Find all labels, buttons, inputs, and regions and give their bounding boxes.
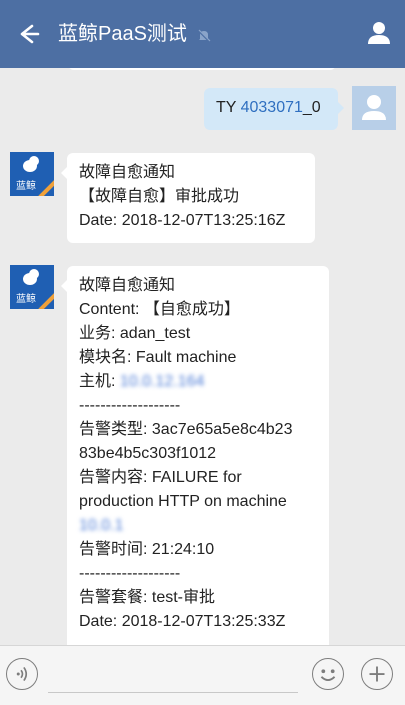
message-input[interactable] — [48, 692, 298, 693]
message-line: 83be4b5c303f1012 — [79, 445, 217, 462]
user-avatar[interactable] — [352, 86, 396, 130]
message-line: Date: 2018-12-07T13:25:33Z — [79, 613, 286, 630]
message-separator: ------------------- — [79, 565, 181, 582]
bot-avatar-label: 蓝鲸 — [16, 181, 36, 192]
message-line: 模块名: Fault machine — [79, 349, 237, 366]
message-text: TY 4033071_0 — [216, 99, 321, 116]
message-line: 告警类型: 3ac7e65a5e8c4b23 — [79, 421, 293, 438]
blurred-machine-ip: 10.0.1 — [79, 517, 124, 534]
previous-message-bubble — [68, 68, 336, 70]
bot-avatar[interactable]: 蓝鲸 — [10, 152, 54, 196]
message-line: 主机: 10.0.12.164 — [79, 373, 205, 390]
incoming-message-bubble[interactable]: 故障自愈通知 【故障自愈】审批成功 Date: 2018-12-07T13:25… — [61, 153, 315, 243]
whale-logo-icon — [23, 269, 39, 285]
message-line: Date: 2018-12-07T13:25:16Z — [79, 212, 286, 229]
blurred-host-ip: 10.0.12.164 — [119, 373, 205, 390]
bot-avatar-label: 蓝鲸 — [16, 294, 36, 305]
chat-history[interactable]: TY 4033071_0 蓝鲸 故障自愈通知 【故障自愈】审批成功 Date: … — [0, 68, 405, 645]
message-link[interactable]: 4033071 — [241, 99, 303, 116]
back-arrow-icon[interactable] — [12, 18, 44, 50]
person-icon — [362, 95, 386, 120]
message-line: 告警时间: 21:24:10 — [79, 541, 215, 558]
bot-avatar[interactable]: 蓝鲸 — [10, 265, 54, 309]
message-line: production HTTP on machine — [79, 493, 287, 510]
message-line: 告警内容: FAILURE for — [79, 469, 242, 486]
message-separator: ------------------- — [79, 397, 181, 414]
input-toolbar — [0, 645, 405, 705]
message-line: 【故障自愈】审批成功 — [79, 188, 240, 205]
plus-icon[interactable] — [361, 658, 393, 690]
profile-icon[interactable] — [366, 20, 392, 46]
emoji-icon[interactable] — [312, 658, 344, 690]
outgoing-message-bubble[interactable]: TY 4033071_0 — [204, 88, 344, 130]
message-line: 告警套餐: test-审批 — [79, 589, 216, 606]
message-line: 故障自愈通知 — [79, 277, 176, 294]
chat-title: 蓝鲸PaaS测试 — [58, 23, 187, 45]
incoming-message-bubble[interactable]: 故障自愈通知 Content: 【自愈成功】 业务: adan_test 模块名… — [61, 266, 329, 645]
message-line: Content: 【自愈成功】 — [79, 301, 240, 318]
title-bar: 蓝鲸PaaS测试 — [0, 0, 405, 68]
message-line: 故障自愈通知 — [79, 164, 176, 181]
whale-logo-icon — [23, 156, 39, 172]
message-line: 业务: adan_test — [79, 325, 191, 342]
message-line: 10.0.1 — [79, 514, 317, 538]
mute-bell-icon — [197, 29, 211, 43]
voice-icon[interactable] — [6, 658, 38, 690]
